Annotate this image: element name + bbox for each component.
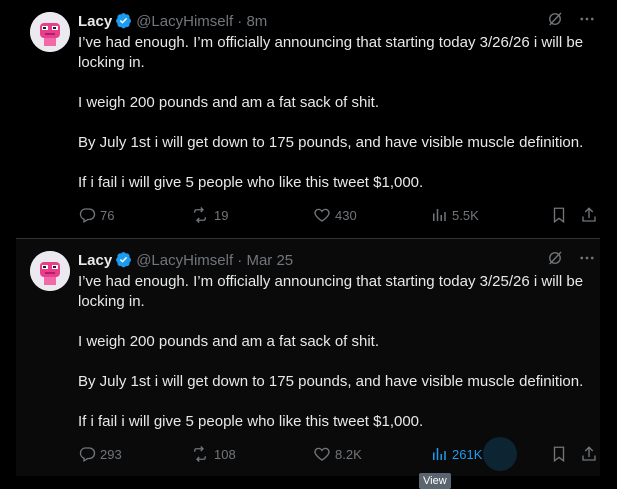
like-button[interactable]: 8.2K	[313, 444, 362, 464]
repost-icon	[194, 446, 206, 462]
repost-icon	[194, 207, 206, 223]
views-bar-chart-icon	[433, 448, 446, 460]
bookmark-icon	[553, 207, 565, 224]
grok-icon[interactable]	[546, 249, 564, 272]
tweet-card[interactable]: Lacy @LacyHimself · Mar 25 I’ve had enoug…	[16, 238, 600, 476]
bookmark-button[interactable]	[550, 444, 568, 464]
tweet-paragraph: By July 1st i will get down to 175 pound…	[78, 134, 584, 151]
tweet-actions: 293 108 8.2K 261K	[78, 437, 598, 471]
tweet-text: I’ve had enough. I’m officially announci…	[78, 33, 598, 213]
separator: ·	[237, 13, 243, 30]
grok-icon[interactable]	[546, 10, 564, 33]
view-count: 261K	[452, 446, 483, 462]
more-options-icon[interactable]	[578, 10, 596, 33]
user-handle[interactable]: @LacyHimself	[136, 252, 233, 269]
verified-badge-icon	[115, 251, 132, 273]
tweet-paragraph: By July 1st i will get down to 175 pound…	[78, 373, 584, 390]
display-name[interactable]: Lacy	[78, 252, 112, 269]
separator: ·	[237, 252, 243, 269]
display-name[interactable]: Lacy	[78, 13, 112, 30]
avatar[interactable]	[30, 251, 70, 291]
share-button[interactable]	[580, 444, 598, 464]
like-count: 430	[335, 207, 357, 223]
repost-count: 19	[214, 207, 229, 223]
tweet-paragraph: I’ve had enough. I’m officially announci…	[78, 34, 584, 71]
views-tooltip: View	[419, 473, 451, 489]
reply-button[interactable]: 76	[78, 205, 114, 225]
repost-button[interactable]: 108	[190, 444, 236, 464]
user-handle[interactable]: @LacyHimself	[136, 13, 233, 30]
avatar-image	[30, 12, 70, 52]
verified-badge-icon	[115, 12, 132, 34]
more-options-icon[interactable]	[578, 249, 596, 272]
tweet-header: Lacy @LacyHimself · Mar 25	[78, 251, 600, 269]
like-count: 8.2K	[335, 446, 362, 462]
share-icon	[582, 207, 596, 222]
tweet-paragraph: If i fail i will give 5 people who like …	[78, 174, 424, 191]
views-button[interactable]: 261K	[430, 444, 482, 464]
tweet-card[interactable]: Lacy @LacyHimself · 8m I’ve had enough. I…	[16, 0, 600, 238]
tweet-paragraph: I’ve had enough. I’m officially announci…	[78, 273, 584, 310]
reply-count: 76	[100, 207, 115, 223]
view-count: 5.5K	[452, 207, 479, 223]
tweet-paragraph: I weigh 200 pounds and am a fat sack of …	[78, 94, 380, 111]
tweet-text: I’ve had enough. I’m officially announci…	[78, 272, 598, 452]
avatar-image	[30, 251, 70, 291]
tweet-paragraph: I weigh 200 pounds and am a fat sack of …	[78, 333, 380, 350]
like-button[interactable]: 430	[313, 205, 357, 225]
share-icon	[582, 446, 596, 461]
tweet-paragraph: If i fail i will give 5 people who like …	[78, 413, 424, 430]
reply-count: 293	[100, 446, 122, 462]
tweet-actions: 76 19 430 5.5K	[78, 205, 596, 225]
bookmark-button[interactable]	[550, 205, 568, 225]
bookmark-icon	[553, 446, 565, 463]
share-button[interactable]	[580, 205, 598, 225]
heart-icon	[314, 447, 330, 461]
reply-icon	[79, 208, 96, 223]
timestamp[interactable]: Mar 25	[246, 252, 293, 269]
avatar[interactable]	[30, 12, 70, 52]
views-bar-chart-icon	[433, 209, 446, 221]
reply-icon	[79, 447, 96, 462]
views-hover-highlight	[483, 437, 517, 471]
heart-icon	[314, 208, 330, 222]
tweet-header: Lacy @LacyHimself · 8m	[78, 12, 600, 30]
repost-button[interactable]: 19	[190, 205, 228, 225]
timestamp[interactable]: 8m	[246, 13, 267, 30]
reply-button[interactable]: 293	[78, 444, 122, 464]
repost-count: 108	[214, 446, 236, 462]
views-button[interactable]: 5.5K	[430, 205, 479, 225]
